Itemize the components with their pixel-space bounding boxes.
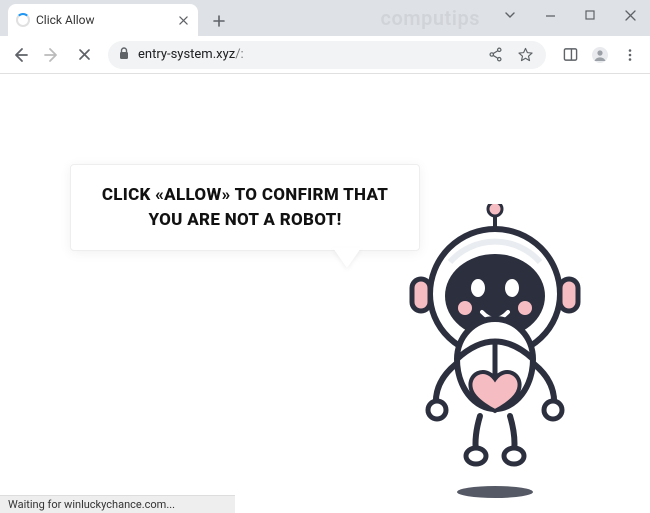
loading-spinner-icon: [16, 13, 30, 27]
extensions-button[interactable]: [556, 41, 584, 69]
panel-icon: [563, 47, 578, 62]
forward-button[interactable]: [38, 41, 66, 69]
star-icon: [518, 47, 533, 62]
profile-button[interactable]: [586, 41, 614, 69]
robot-icon: [390, 204, 600, 504]
titlebar: Click Allow: [0, 0, 650, 36]
lock-icon: [118, 47, 130, 63]
bookmark-button[interactable]: [514, 41, 536, 69]
arrow-right-icon: [44, 47, 60, 63]
window-minimize-button[interactable]: [530, 0, 570, 30]
maximize-icon: [585, 10, 595, 20]
close-icon: [625, 10, 636, 21]
arrow-left-icon: [12, 47, 28, 63]
speech-bubble: CLICK «ALLOW» TO CONFIRM THAT YOU ARE NO…: [70, 164, 420, 251]
kebab-icon: [623, 48, 637, 62]
share-button[interactable]: [484, 41, 506, 69]
url-host: entry-system.xyz: [138, 47, 235, 62]
url-path: /:: [235, 47, 244, 62]
stop-button[interactable]: [70, 41, 98, 69]
menu-button[interactable]: [616, 41, 644, 69]
tab-title: Click Allow: [36, 13, 95, 27]
url-text: entry-system.xyz/:: [138, 47, 476, 62]
toolbar: entry-system.xyz/:: [0, 36, 650, 74]
stop-icon: [78, 48, 91, 61]
browser-tab[interactable]: Click Allow: [8, 4, 198, 36]
close-icon: [179, 16, 188, 25]
window-dropdown-button[interactable]: [490, 0, 530, 30]
robot-illustration: [390, 204, 600, 504]
page-content: CLICK «ALLOW» TO CONFIRM THAT YOU ARE NO…: [0, 74, 650, 513]
new-tab-button[interactable]: [206, 8, 232, 34]
window-controls: [490, 0, 650, 30]
plus-icon: [213, 15, 225, 27]
profile-icon: [591, 46, 609, 64]
status-bar: Waiting for winluckychance.com...: [0, 495, 235, 513]
speech-tail: [333, 248, 361, 268]
tab-close-button[interactable]: [176, 13, 190, 27]
speech-text: CLICK «ALLOW» TO CONFIRM THAT YOU ARE NO…: [91, 183, 399, 232]
chevron-down-icon: [504, 9, 516, 21]
minimize-icon: [545, 10, 556, 21]
address-bar[interactable]: entry-system.xyz/:: [108, 41, 546, 69]
share-icon: [488, 47, 503, 62]
window-maximize-button[interactable]: [570, 0, 610, 30]
window-close-button[interactable]: [610, 0, 650, 30]
status-text: Waiting for winluckychance.com...: [8, 498, 175, 511]
back-button[interactable]: [6, 41, 34, 69]
toolbar-right: [556, 41, 644, 69]
